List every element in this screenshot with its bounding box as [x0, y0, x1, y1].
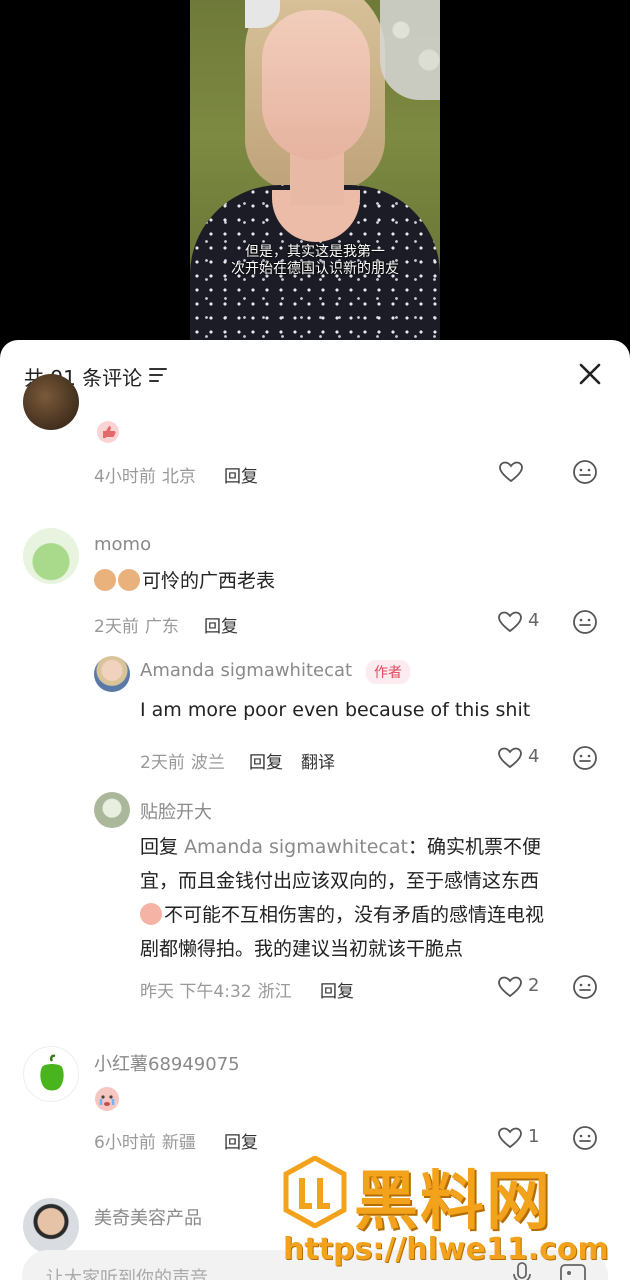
comment-location: 北京	[161, 467, 196, 487]
reply-text-line: 剧都懒得拍。我的建议当初就该干脆点	[140, 938, 464, 960]
comment-author-name[interactable]: 小红薯68949075	[94, 1050, 240, 1076]
video-subtitle: 但是，其实这是我第一 次开始在德国认识新的朋友	[231, 244, 399, 277]
reply-meta: 2天前 波兰	[140, 748, 225, 773]
reply-to-name[interactable]: Amanda sigmawhitecat	[184, 836, 408, 858]
comment-sheet-header: 共 91 条评论	[0, 340, 630, 408]
comment-input-placeholder: 让大家听到你的声音	[46, 1268, 208, 1280]
avatar[interactable]	[23, 374, 79, 430]
comment-meta: 6小时前 新疆	[94, 1128, 196, 1153]
comment-time: 2天前	[94, 617, 139, 637]
emoji-react-icon[interactable]	[572, 1125, 598, 1151]
person-face	[262, 10, 370, 160]
emoji-react-icon[interactable]	[572, 745, 598, 771]
reply-author-name[interactable]: Amanda sigmawhitecat	[140, 660, 352, 681]
author-badge: 作者	[366, 660, 410, 684]
reply-location: 波兰	[190, 753, 225, 773]
heart-icon[interactable]	[497, 1126, 523, 1150]
reply-author-name[interactable]: 贴脸开大	[140, 798, 212, 824]
avatar[interactable]	[23, 1046, 79, 1102]
comment-location: 新疆	[161, 1133, 196, 1153]
reply-location: 浙江	[257, 982, 292, 1002]
reply-button[interactable]: 回复	[204, 612, 238, 637]
avatar[interactable]	[23, 528, 79, 584]
watermark-url: https://hlwe11.com	[283, 1232, 609, 1267]
comment-meta: 4小时前 北京	[94, 462, 196, 487]
watermark-brand: 黑料网	[354, 1165, 552, 1239]
heart-icon[interactable]	[497, 610, 523, 634]
comment-text: 可怜的广西老表	[94, 564, 275, 598]
comment-location: 广东	[144, 617, 179, 637]
heart-icon[interactable]	[497, 746, 523, 770]
reply-text-line: 回复 Amanda sigmawhitecat：确实机票不便	[140, 836, 541, 858]
translate-button[interactable]: 翻译	[301, 748, 335, 773]
reply-text-line: 不可能不互相伤害的，没有矛盾的感情连电视	[140, 898, 544, 932]
comment-sheet: 共 91 条评论 4小时前 北京 回复 momo 可怜的广西老表 2天前 广东 …	[0, 340, 630, 1280]
video-player[interactable]: 但是，其实这是我第一 次开始在德国认识新的朋友	[0, 0, 630, 345]
reply-button[interactable]: 回复	[320, 977, 354, 1002]
avatar[interactable]	[94, 792, 130, 828]
emoji-react-icon[interactable]	[572, 974, 598, 1000]
peach-face-emoji-icon	[140, 903, 162, 925]
reply-button[interactable]: 回复	[224, 1128, 258, 1153]
reply-meta: 昨天 下午4:32 浙江	[140, 977, 292, 1002]
heart-icon[interactable]	[497, 975, 523, 999]
emoji-react-icon[interactable]	[572, 459, 598, 485]
comment-time: 6小时前	[94, 1133, 156, 1153]
comment-meta: 2天前 广东	[94, 612, 179, 637]
reply-text: I am more poor even because of this shit	[140, 699, 531, 721]
video-frame: 但是，其实这是我第一 次开始在德国认识新的朋友	[190, 0, 440, 345]
reply-button[interactable]: 回复	[224, 462, 258, 487]
reply-text-line: 宜，而且金钱付出应该双向的，至于感情这东西	[140, 870, 540, 892]
emoji-react-icon[interactable]	[572, 609, 598, 635]
heart-icon[interactable]	[498, 460, 524, 484]
sort-filter-icon[interactable]	[149, 368, 167, 384]
reply-time: 2天前	[140, 753, 185, 773]
like-count: 4	[528, 610, 540, 631]
like-count: 1	[528, 1126, 540, 1147]
comment-author-name[interactable]: momo	[94, 534, 151, 555]
reply-button[interactable]: 回复	[249, 748, 283, 773]
like-count: 2	[528, 975, 540, 996]
avatar[interactable]	[23, 1198, 79, 1254]
comment-time: 4小时前	[94, 467, 156, 487]
dog-face-emoji-icon	[118, 569, 140, 591]
crying-face-emoji-icon	[94, 1086, 120, 1116]
like-count: 4	[528, 746, 540, 767]
watermark-logo-icon	[283, 1156, 347, 1228]
comment-author-name[interactable]: 美奇美容产品	[94, 1204, 202, 1230]
reply-time: 昨天 下午4:32	[140, 982, 252, 1002]
avatar[interactable]	[94, 656, 130, 692]
green-pepper-icon	[40, 1054, 64, 1091]
close-icon[interactable]	[576, 360, 604, 388]
dog-face-emoji-icon	[94, 569, 116, 591]
thumbs-up-emoji-icon	[96, 420, 120, 448]
